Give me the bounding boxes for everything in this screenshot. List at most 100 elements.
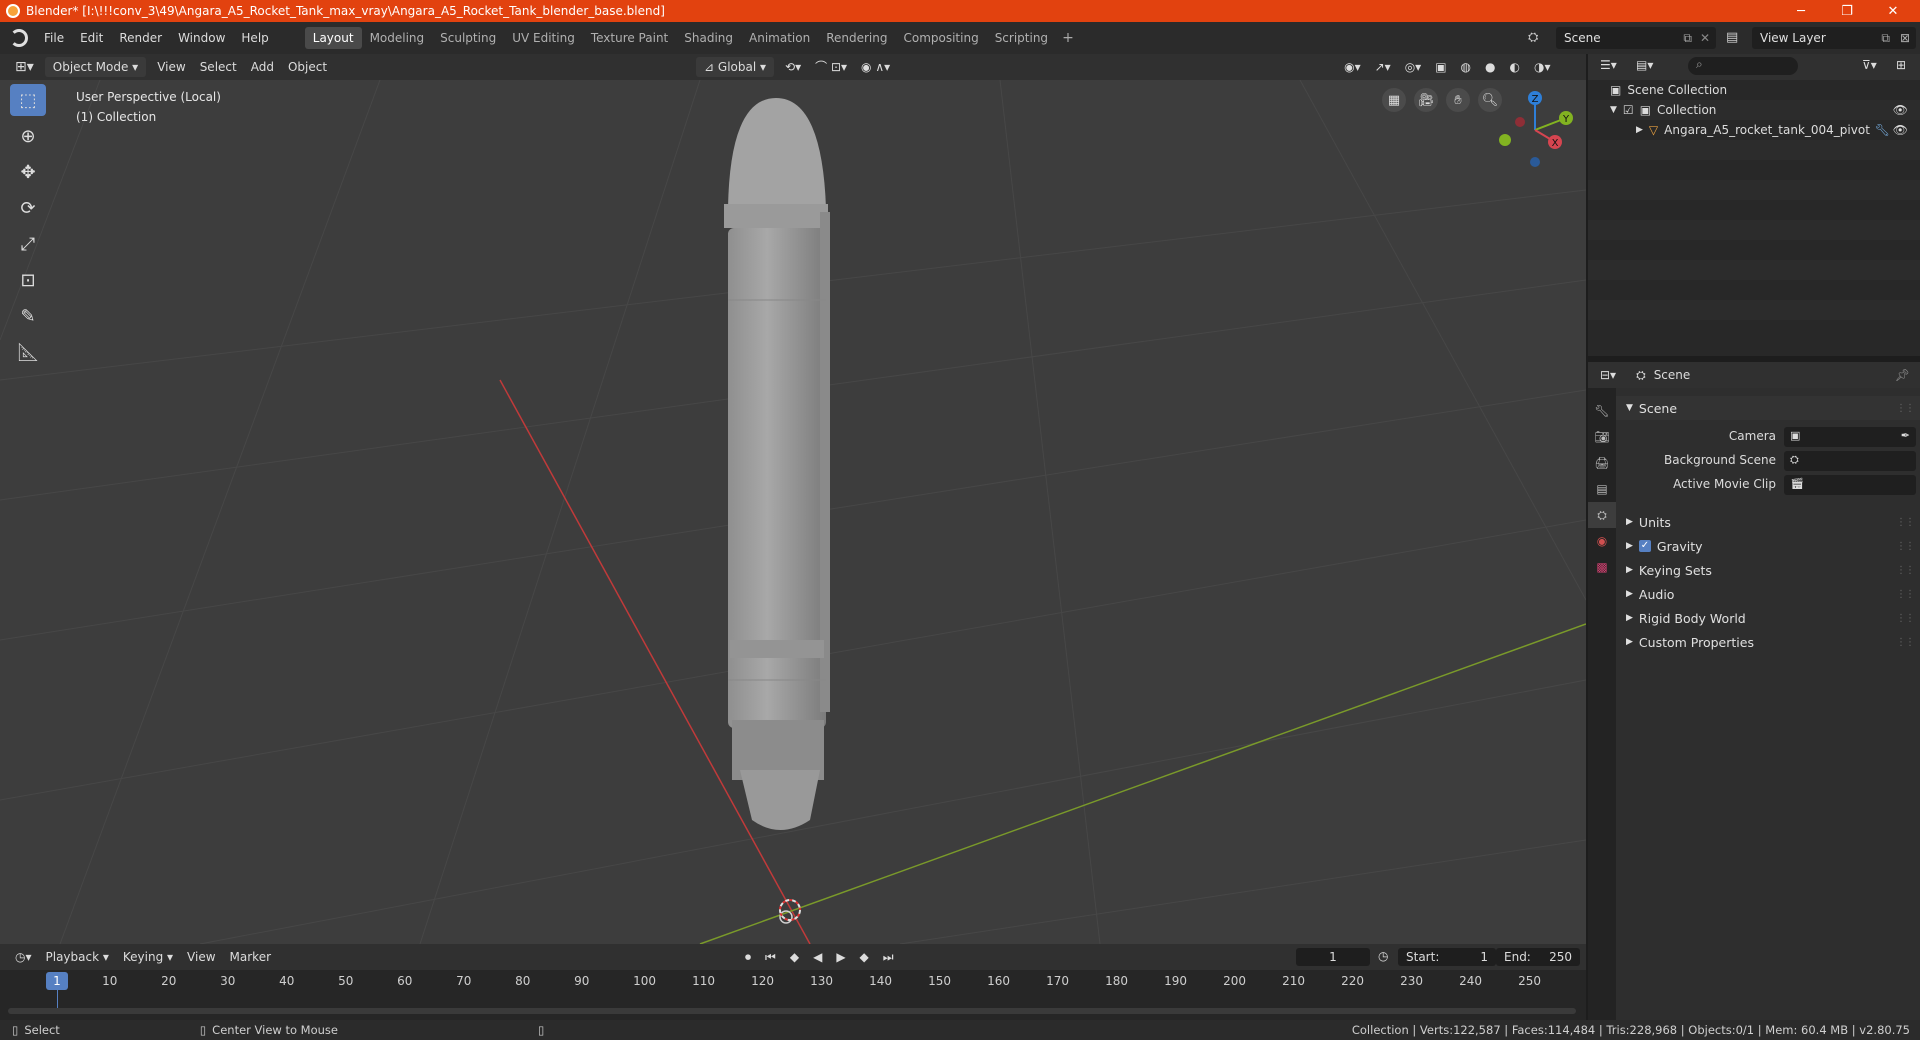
expand-arrow-icon[interactable]: ▶ [1636,125,1643,135]
toggle-perspective-icon[interactable]: ▦ [1382,88,1406,112]
scene-name-field[interactable]: Scene ⧉ ✕ [1556,27,1716,49]
outliner-object[interactable]: ▶ ▽ Angara_A5_rocket_tank_004_pivot 🔧︎ 👁… [1588,120,1920,140]
jump-end-icon[interactable]: ⏭ [876,947,901,967]
menu-add[interactable]: Add [244,57,281,77]
menu-object[interactable]: Object [281,57,334,77]
tab-scripting[interactable]: Scripting [987,27,1056,49]
drag-handle-icon[interactable]: ⋮⋮ [1896,541,1915,552]
transform-tool-icon[interactable]: ⊡ [10,264,46,296]
keying-sets-panel[interactable]: ▶ Keying Sets ⋮⋮ [1616,558,1920,582]
custom-properties-panel[interactable]: ▶ Custom Properties ⋮⋮ [1616,630,1920,654]
remove-view-layer-icon[interactable]: ⊠ [1900,31,1910,45]
gizmo-toggle-icon[interactable]: ↗▾ [1368,57,1398,77]
menu-select[interactable]: Select [193,57,244,77]
blender-logo-icon[interactable] [10,29,28,47]
transform-orientation-dropdown[interactable]: ⊿ Global ▾ [696,57,775,77]
tab-compositing[interactable]: Compositing [895,27,986,49]
scale-tool-icon[interactable]: ⤢ [10,228,46,260]
record-icon[interactable]: ⏺ [738,947,758,967]
drag-handle-icon[interactable]: ⋮⋮ [1896,589,1915,600]
current-frame-field[interactable]: 1 [1296,948,1370,966]
new-scene-icon[interactable]: ⧉ [1683,31,1692,46]
menu-help[interactable]: Help [233,27,276,49]
audio-panel[interactable]: ▶ Audio ⋮⋮ [1616,582,1920,606]
camera-field[interactable]: ▣ ✒ [1784,427,1916,447]
new-view-layer-icon[interactable]: ⧉ [1881,31,1890,46]
world-tab-icon[interactable]: ◉ [1588,528,1616,554]
pan-hand-icon[interactable]: ✋︎ [1446,88,1470,112]
render-tab-icon[interactable]: 📷︎ [1588,424,1616,450]
eyedropper-icon[interactable]: ✒ [1901,429,1910,442]
drag-handle-icon[interactable]: ⋮⋮ [1896,637,1915,648]
playhead-marker[interactable]: 1 [46,972,68,990]
outliner-scene-collection[interactable]: ▣ Scene Collection [1588,80,1920,100]
measure-tool-icon[interactable]: 📐︎ [10,336,46,368]
keying-menu[interactable]: Keying ▾ [116,947,180,967]
tab-shading[interactable]: Shading [676,27,741,49]
delete-scene-icon[interactable]: ✕ [1700,31,1710,45]
outliner-search-input[interactable]: ⌕ [1688,57,1798,75]
menu-view[interactable]: View [150,57,192,77]
rigid-body-world-panel[interactable]: ▶ Rigid Body World ⋮⋮ [1616,606,1920,630]
scene-panel-header[interactable]: ▼ Scene ⋮⋮ [1616,396,1920,420]
drag-handle-icon[interactable]: ⋮⋮ [1896,565,1915,576]
end-frame-field[interactable]: End: 250 [1496,948,1580,966]
properties-editor-icon[interactable]: ⊟▾ [1600,368,1616,382]
play-icon[interactable]: ▶ [829,947,852,967]
outliner-collection[interactable]: ▼ ☑ ▣ Collection 👁︎ [1588,100,1920,120]
view-layer-icon[interactable]: ▤ [1726,30,1738,45]
camera-view-icon[interactable]: 🎥︎ [1414,88,1438,112]
xray-toggle-icon[interactable]: ▣ [1428,57,1453,77]
move-tool-icon[interactable]: ✥ [10,156,46,188]
drag-handle-icon[interactable]: ⋮⋮ [1896,403,1915,414]
annotate-tool-icon[interactable]: ✎ [10,300,46,332]
expand-arrow-icon[interactable]: ▼ [1610,105,1617,115]
snap-icon[interactable]: ⌒ ⊡▾ [808,57,854,77]
scene-selector-icon[interactable]: ⛭ [1528,30,1538,45]
view-layer-tab-icon[interactable]: ▤ [1588,476,1616,502]
jump-start-icon[interactable]: ⏮ [758,947,783,967]
collection-visibility-eye-icon[interactable]: 👁︎ [1893,103,1908,117]
pin-icon[interactable]: 📌︎ [1895,368,1910,382]
maximize-button[interactable]: ❐ [1824,0,1870,22]
gravity-checkbox[interactable]: ✓ [1638,540,1651,552]
minimize-button[interactable]: ─ [1778,0,1824,22]
units-panel[interactable]: ▶ Units ⋮⋮ [1616,510,1920,534]
stopwatch-icon[interactable]: ◷ [1378,949,1388,963]
drag-handle-icon[interactable]: ⋮⋮ [1896,613,1915,624]
outliner-editor-icon[interactable]: ☰▾ [1600,58,1617,72]
display-mode-icon[interactable]: ▤▾ [1636,58,1653,72]
overlay-toggle-icon[interactable]: ◎▾ [1398,57,1429,77]
new-collection-icon[interactable]: ⊞ [1896,58,1906,72]
start-frame-field[interactable]: Start: 1 [1398,948,1496,966]
tab-modeling[interactable]: Modeling [362,27,433,49]
timeline-scrollbar[interactable] [8,1008,1576,1014]
tab-uv-editing[interactable]: UV Editing [504,27,583,49]
next-keyframe-icon[interactable]: ◆ [853,947,876,967]
add-workspace-button[interactable]: + [1056,30,1080,46]
object-visibility-eye-icon[interactable]: 👁︎ [1893,123,1908,137]
tab-animation[interactable]: Animation [741,27,818,49]
texture-tab-icon[interactable]: ▩ [1588,554,1616,580]
drag-handle-icon[interactable]: ⋮⋮ [1896,517,1915,528]
menu-render[interactable]: Render [111,27,170,49]
navigation-gizmo[interactable]: Z Y X [1490,90,1580,170]
playback-menu[interactable]: Playback ▾ [39,947,116,967]
object-mode-dropdown[interactable]: Object Mode ▾ [44,57,147,77]
zoom-icon[interactable]: 🔍︎ [1478,88,1502,112]
timeline-editor-icon[interactable]: ◷▾ [8,947,39,967]
close-button[interactable]: ✕ [1870,0,1916,22]
tab-sculpting[interactable]: Sculpting [432,27,504,49]
menu-window[interactable]: Window [170,27,233,49]
filter-icon[interactable]: ⊽▾ [1862,58,1877,72]
output-tab-icon[interactable]: 🖨︎ [1588,450,1616,476]
timeline-view-menu[interactable]: View [180,947,222,967]
shading-material-icon[interactable]: ◐ [1503,57,1527,77]
tab-layout[interactable]: Layout [304,27,362,49]
shading-wireframe-icon[interactable]: ◍ [1454,57,1478,77]
background-scene-field[interactable]: ⛭ [1784,451,1916,471]
shading-rendered-icon[interactable]: ◑▾ [1527,57,1558,77]
timeline-area[interactable]: 1 10 20 30 40 50 60 70 80 90 100 110 120 130 140 150 16… [0,970,1586,1020]
movie-clip-field[interactable]: 🎬︎ [1784,475,1916,495]
menu-file[interactable]: File [36,27,72,49]
